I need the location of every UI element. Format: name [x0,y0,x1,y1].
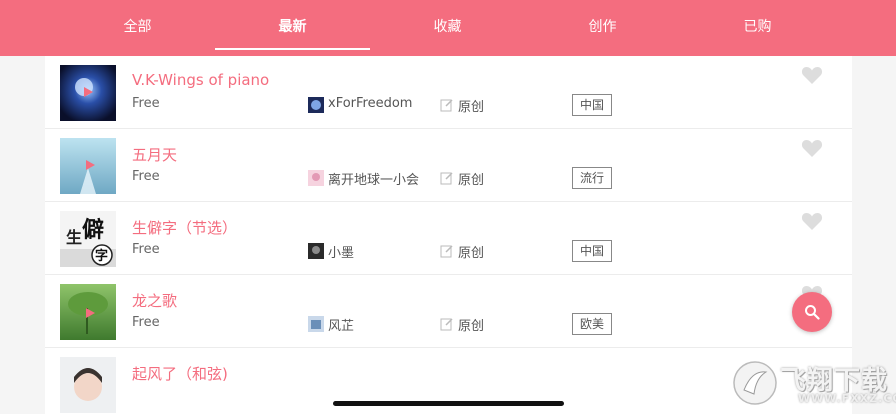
search-button[interactable] [792,292,832,332]
heart-icon[interactable] [801,211,823,231]
song-title[interactable]: V.K-Wings of piano [132,71,269,89]
edit-icon [440,99,453,112]
edit-icon [440,318,453,331]
tab-creations[interactable]: 创作 [545,0,660,56]
active-tab-indicator [215,48,370,50]
genre-tag[interactable]: 流行 [572,167,613,189]
genre-tag[interactable]: 中国 [572,240,613,262]
top-tab-bar: 全部 最新 收藏 创作 已购 [0,0,896,56]
author-avatar [308,170,324,186]
search-icon [805,305,820,320]
heart-icon[interactable] [801,65,823,85]
song-cover [60,357,116,413]
song-author[interactable]: xForFreedom [328,96,412,111]
tab-purchased[interactable]: 已购 [700,0,815,56]
list-item[interactable]: V.K-Wings of piano Free xForFreedom 原创 中… [45,56,852,129]
watermark-logo [733,361,777,405]
original-label: 原创 [458,173,485,188]
song-title[interactable]: 生僻字（节选） [132,217,237,238]
home-indicator[interactable] [333,401,564,406]
svg-text:僻: 僻 [82,217,104,243]
svg-text:生: 生 [66,228,82,247]
svg-text:字: 字 [95,248,108,264]
heart-icon[interactable] [801,138,823,158]
song-cover [60,65,116,121]
original-label: 原创 [458,246,485,261]
song-author[interactable]: 离开地球一小会 [328,169,419,188]
original-label: 原创 [458,100,485,115]
song-title[interactable]: 五月天 [132,144,177,165]
list-item[interactable]: 生 僻 字 生僻字（节选） Free 小墨 原创 中国 [45,202,852,275]
list-item[interactable]: 五月天 Free 离开地球一小会 原创 流行 [45,129,852,202]
song-price: Free [132,315,160,330]
edit-icon [440,172,453,185]
song-cover [60,284,116,340]
tab-favorites[interactable]: 收藏 [390,0,505,56]
song-price: Free [132,169,160,184]
list-item[interactable]: 龙之歌 Free 风芷 原创 欧美 [45,275,852,348]
tab-all[interactable]: 全部 [80,0,195,56]
genre-tag[interactable]: 欧美 [572,313,613,335]
song-title[interactable]: 起风了（和弦) [132,363,228,384]
song-cover: 生 僻 字 [60,211,116,267]
author-avatar [308,316,324,332]
song-author[interactable]: 风芷 [328,315,354,334]
watermark: 飞翔下载 WWW.FXXZ.COM [730,356,896,414]
author-avatar [308,97,324,113]
genre-tag[interactable]: 中国 [572,94,613,116]
original-label: 原创 [458,319,485,334]
watermark-url: WWW.FXXZ.COM [798,392,896,405]
song-price: Free [132,96,160,111]
song-price: Free [132,242,160,257]
song-cover [60,138,116,194]
song-author[interactable]: 小墨 [328,242,354,261]
edit-icon [440,245,453,258]
author-avatar [308,243,324,259]
song-title[interactable]: 龙之歌 [132,290,177,311]
